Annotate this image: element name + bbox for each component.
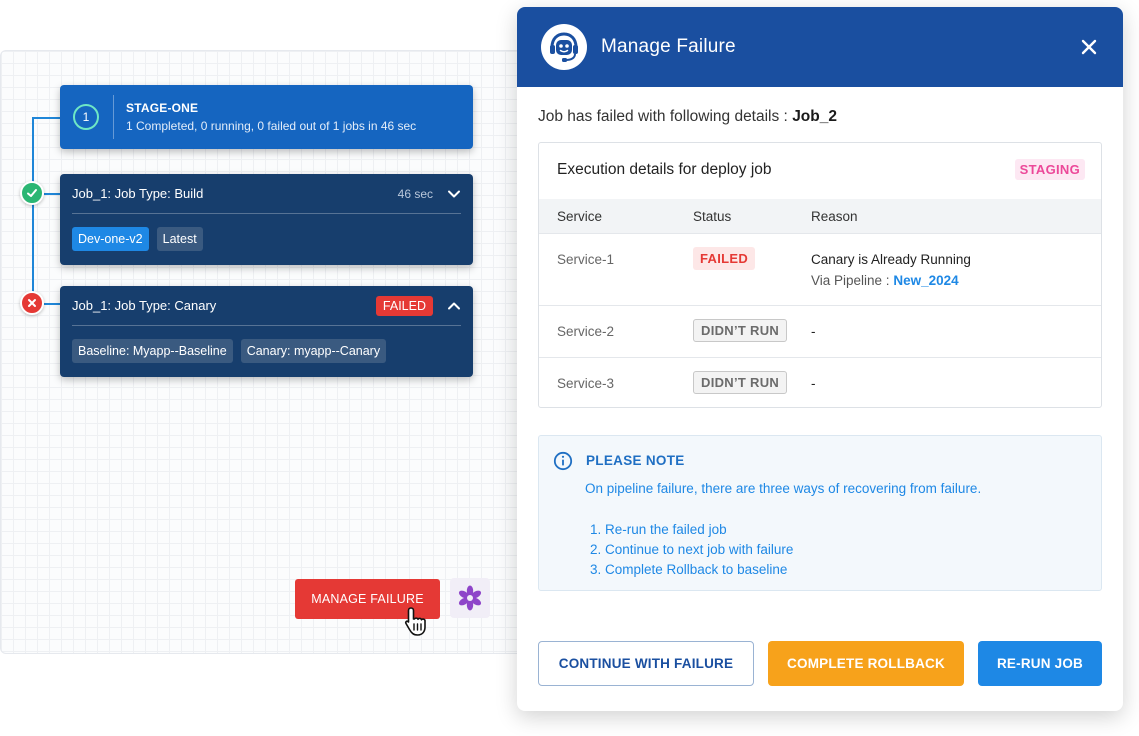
stage-card[interactable]: 1 STAGE-ONE 1 Completed, 0 running, 0 fa…	[60, 85, 473, 149]
service-name: Service-1	[557, 252, 615, 267]
via-pipeline: Via Pipeline : New_2024	[811, 273, 971, 288]
hand-cursor-icon	[404, 607, 426, 636]
job-tag: Latest	[156, 227, 203, 251]
check-icon	[27, 189, 37, 197]
failure-prefix: Job has failed with following details :	[538, 108, 788, 125]
job-title: Job_1: Job Type: Canary	[72, 298, 217, 313]
environment-badge: STAGING	[1014, 159, 1085, 180]
bot-support-icon	[550, 32, 578, 62]
list-item: 3. Complete Rollback to baseline	[590, 562, 788, 577]
pipeline-connector	[32, 117, 34, 305]
info-icon	[553, 451, 573, 471]
job-failed-status	[20, 291, 44, 315]
job-duration: 46 sec	[397, 186, 433, 201]
job-title: Job_1: Job Type: Build	[72, 186, 204, 201]
note-title: PLEASE NOTE	[586, 453, 685, 468]
chevron-down-icon[interactable]	[447, 187, 461, 201]
stage-summary: 1 Completed, 0 running, 0 failed out of …	[126, 119, 417, 133]
connector-job-1	[44, 193, 60, 195]
status-badge: DIDN’T RUN	[693, 319, 788, 342]
failure-reason: Canary is Already Running	[811, 252, 971, 267]
status-badge: DIDN’T RUN	[693, 371, 788, 394]
rerun-job-button[interactable]: RE-RUN JOB	[978, 641, 1102, 686]
status-badge: FAILED	[693, 247, 756, 270]
job-success-status	[20, 181, 44, 205]
connector-job-2	[44, 303, 60, 305]
chevron-up-icon[interactable]	[447, 299, 461, 313]
service-name: Service-3	[557, 376, 615, 391]
service-name: Service-2	[557, 324, 615, 339]
list-item: 1. Re-run the failed job	[590, 522, 727, 537]
bot-avatar	[541, 24, 587, 70]
recovery-options-list: 1. Re-run the failed job 2. Continue to …	[590, 520, 793, 580]
flower-button[interactable]	[450, 578, 490, 618]
close-icon[interactable]	[1079, 37, 1099, 57]
manage-failure-modal: Manage Failure Job has failed with follo…	[517, 7, 1123, 711]
table-row: Service-2 DIDN’T RUN -	[539, 305, 1101, 357]
stage-number: 1	[73, 104, 99, 130]
execution-details-panel: Execution details for deploy job STAGING…	[538, 142, 1102, 408]
column-header-status: Status	[693, 209, 732, 224]
failed-job-name: Job_2	[792, 108, 837, 125]
continue-with-failure-button[interactable]: CONTINUE WITH FAILURE	[538, 641, 754, 686]
stage-title: STAGE-ONE	[126, 101, 199, 115]
error-x-icon	[28, 299, 36, 307]
job-tag: Canary: myapp--Canary	[240, 339, 387, 363]
table-row: Service-3 DIDN’T RUN -	[539, 357, 1101, 408]
complete-rollback-button[interactable]: COMPLETE ROLLBACK	[768, 641, 964, 686]
failure-summary: Job has failed with following details : …	[538, 108, 837, 126]
column-header-service: Service	[557, 209, 603, 224]
connector-stage	[32, 117, 60, 119]
table-header: Service Status Reason	[539, 199, 1101, 233]
failure-reason: -	[811, 376, 816, 391]
via-label: Via Pipeline :	[811, 273, 890, 288]
modal-title: Manage Failure	[601, 36, 736, 57]
job-tag: Dev-one-v2	[72, 227, 149, 251]
stage-divider	[113, 95, 114, 139]
column-header-reason: Reason	[811, 209, 858, 224]
failure-reason: -	[811, 324, 816, 339]
pipeline-link[interactable]: New_2024	[893, 273, 958, 288]
modal-header: Manage Failure	[517, 7, 1123, 87]
job-tag: Baseline: Myapp--Baseline	[72, 339, 233, 363]
job-card-build[interactable]: Job_1: Job Type: Build 46 sec Dev-one-v2…	[60, 174, 473, 265]
list-item: 2. Continue to next job with failure	[590, 542, 794, 557]
table-row: Service-1 FAILED Canary is Already Runni…	[539, 233, 1101, 305]
flower-icon	[458, 585, 482, 611]
note-text: On pipeline failure, there are three way…	[585, 481, 982, 496]
note-panel: PLEASE NOTE On pipeline failure, there a…	[538, 435, 1102, 591]
execution-title: Execution details for deploy job	[557, 161, 772, 178]
job-card-canary[interactable]: Job_1: Job Type: Canary FAILED Baseline:…	[60, 286, 473, 377]
job-failed-badge: FAILED	[375, 295, 433, 316]
